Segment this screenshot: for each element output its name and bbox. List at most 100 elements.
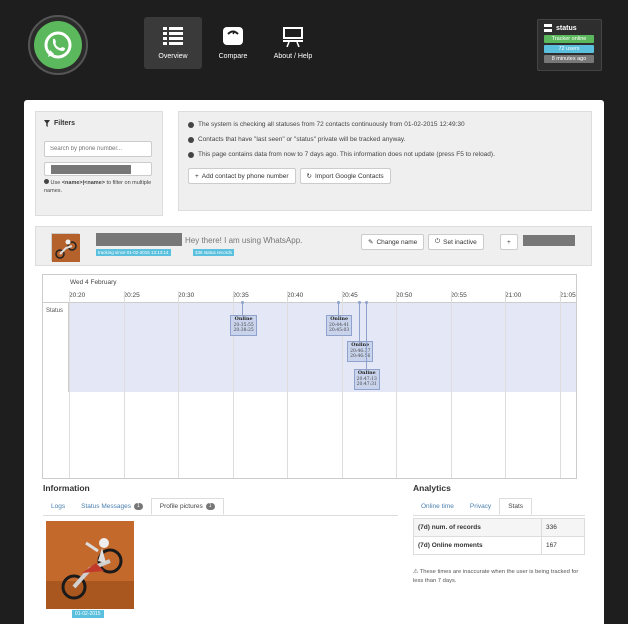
main-panel: Filters Use <name>|<name> to filter on m… [24, 100, 604, 624]
timeline-gridline [505, 291, 506, 478]
nav-overview[interactable]: Overview [144, 17, 202, 69]
profile-picture[interactable] [46, 521, 134, 609]
event-end: 20:38:25 [233, 328, 254, 334]
server-icon [544, 24, 552, 32]
timeline-tick-label: 20:25 [123, 292, 140, 299]
whatsapp-icon [44, 31, 72, 59]
nav-overview-label: Overview [158, 53, 188, 60]
refresh-icon: ↻ [306, 173, 312, 180]
timeline-tick-label: 20:45 [341, 292, 358, 299]
timeline-gridline [396, 291, 397, 478]
status-timeline: Wed 4 February 20:20 20:25 20:30 20:35 20:40… [42, 274, 577, 479]
picture-date-badge: 01-02-2015 [72, 610, 104, 618]
event-stem [365, 303, 367, 369]
online-event[interactable]: Online 20:35:55 20:38:25 [230, 315, 257, 336]
timeline-tick-label: 20:35 [232, 292, 249, 299]
pencil-icon: ✎ [368, 239, 374, 246]
timeline-tick-label: 20:55 [450, 292, 467, 299]
stat-value: 336 [541, 518, 585, 537]
tracker-online-badge: Tracker online [544, 35, 594, 43]
timeline-gridline [559, 291, 561, 478]
nav-compare-label: Compare [218, 53, 248, 60]
stat-key: (7d) Online moments [413, 536, 542, 555]
timeline-tick-label: 20:50 [396, 292, 413, 299]
filter-hint: Use <name>|<name> to filter on multiple … [44, 179, 152, 195]
warning-icon: ⚠ [413, 569, 419, 575]
filter-icon [44, 120, 50, 127]
add-contact-button[interactable]: + Add contact by phone number [188, 168, 296, 184]
info-line-2: Contacts that have "last seen" or "statu… [188, 136, 582, 143]
event-label: Online [357, 370, 376, 376]
event-label: Online [351, 342, 370, 348]
info-line-1: The system is checking all statuses from… [188, 121, 582, 128]
timeline-tick-label: 20:30 [178, 292, 195, 299]
filters-title: Filters [44, 120, 154, 127]
tab-stats[interactable]: Stats [499, 498, 532, 515]
timeline-tick-label: 21:00 [505, 292, 522, 299]
contact-name-redacted [96, 233, 182, 246]
timeline-tick-label: 20:40 [287, 292, 304, 299]
table-row: (7d) num. of records 336 [413, 518, 585, 537]
analytics-note: ⚠ These times are inaccurate when the us… [413, 569, 579, 585]
group-select-redacted[interactable] [523, 235, 575, 246]
info-icon [188, 151, 194, 158]
info-box: The system is checking all statuses from… [178, 111, 592, 211]
timeline-band [69, 303, 576, 392]
timeline-row-label: Status [46, 308, 64, 314]
contact-avatar[interactable] [51, 233, 80, 262]
event-end: 20:45:03 [329, 328, 350, 334]
status-panel: status Tracker online 72 users 8 minutes… [537, 19, 602, 71]
nav-about-label: About / Help [273, 53, 313, 60]
contact-status-message: Hey there! I am using WhatsApp. [185, 236, 303, 245]
tracking-since-badge: tracking since 01-02-2015 13:13:14 [96, 249, 171, 256]
table-row: (7d) Online moments 167 [413, 536, 585, 555]
tab-logs[interactable]: Logs [43, 498, 73, 515]
timeline-date: Wed 4 February [70, 279, 117, 286]
tab-online-time[interactable]: Online time [413, 498, 462, 515]
nav-about-help[interactable]: About / Help [264, 17, 322, 69]
filters-box: Filters Use <name>|<name> to filter on m… [35, 111, 163, 216]
event-stem [338, 303, 340, 315]
tab-profile-pictures[interactable]: Profile pictures 1 [150, 498, 224, 515]
tab-status-messages[interactable]: Status Messages 1 [73, 498, 151, 515]
info-icon [188, 121, 194, 128]
online-event[interactable]: Online 20:47:13 20:47:31 [353, 369, 380, 390]
contact-row: Hey there! I am using WhatsApp. tracking… [35, 226, 592, 266]
event-stem [359, 303, 361, 341]
info-icon [188, 136, 194, 143]
online-event[interactable]: Online 20:46:37 20:46:56 [347, 341, 374, 362]
timeline-gridline [178, 291, 179, 478]
event-end: 20:47:31 [356, 382, 377, 388]
nav-compare[interactable]: Compare [204, 17, 262, 69]
motocross-photo [46, 521, 134, 609]
timeline-lane-label-area [43, 303, 69, 392]
tab-privacy[interactable]: Privacy [462, 498, 499, 515]
info-line-3: This page contains data from now to 7 da… [188, 151, 582, 158]
timeline-tick-label: 20:20 [69, 292, 86, 299]
last-update-badge: 8 minutes ago [544, 55, 594, 63]
add-group-button[interactable]: + [500, 234, 518, 250]
profile-pictures-count: 1 [205, 503, 215, 510]
search-phone-input[interactable] [44, 141, 152, 157]
change-name-button[interactable]: ✎ Change name [361, 234, 425, 250]
whatsapp-logo[interactable] [28, 15, 88, 75]
analytics-title: Analytics [413, 483, 451, 493]
event-stem [242, 303, 244, 315]
scale-icon [223, 27, 243, 45]
import-google-contacts-button[interactable]: ↻ Import Google Contacts [299, 168, 391, 184]
plus-icon: + [195, 172, 199, 180]
presentation-icon [283, 27, 303, 47]
analytics-tabs: Online time Privacy Stats [413, 498, 585, 516]
info-icon [44, 179, 49, 184]
timeline-gridline [123, 291, 125, 478]
timeline-tick-label: 21:05 [559, 292, 576, 299]
timeline-gridline [450, 291, 452, 478]
name-filter-input[interactable] [44, 162, 152, 176]
avatar-picture [52, 234, 80, 262]
information-tabs: Logs Status Messages 1 Profile pictures 1 [43, 498, 398, 516]
stat-key: (7d) num. of records [413, 518, 542, 537]
status-title: status [544, 24, 595, 32]
online-event[interactable]: Online 20:44:41 20:45:03 [326, 315, 353, 336]
power-icon: ⏻ [435, 238, 441, 245]
set-inactive-button[interactable]: ⏻ Set inactive [428, 234, 484, 250]
